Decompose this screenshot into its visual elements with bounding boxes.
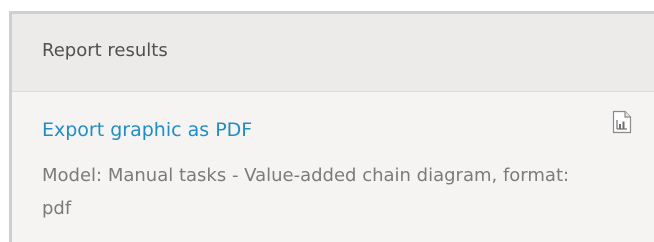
report-results-panel: Report results Export graphic as PDF Mod… xyxy=(9,11,654,242)
result-item: Export graphic as PDF Model: Manual task… xyxy=(12,92,654,225)
report-chart-icon[interactable] xyxy=(612,110,632,134)
panel-title: Report results xyxy=(42,40,168,61)
export-pdf-link[interactable]: Export graphic as PDF xyxy=(42,119,252,141)
result-description: Model: Manual tasks - Value-added chain … xyxy=(42,165,570,219)
panel-header: Report results xyxy=(12,14,654,92)
